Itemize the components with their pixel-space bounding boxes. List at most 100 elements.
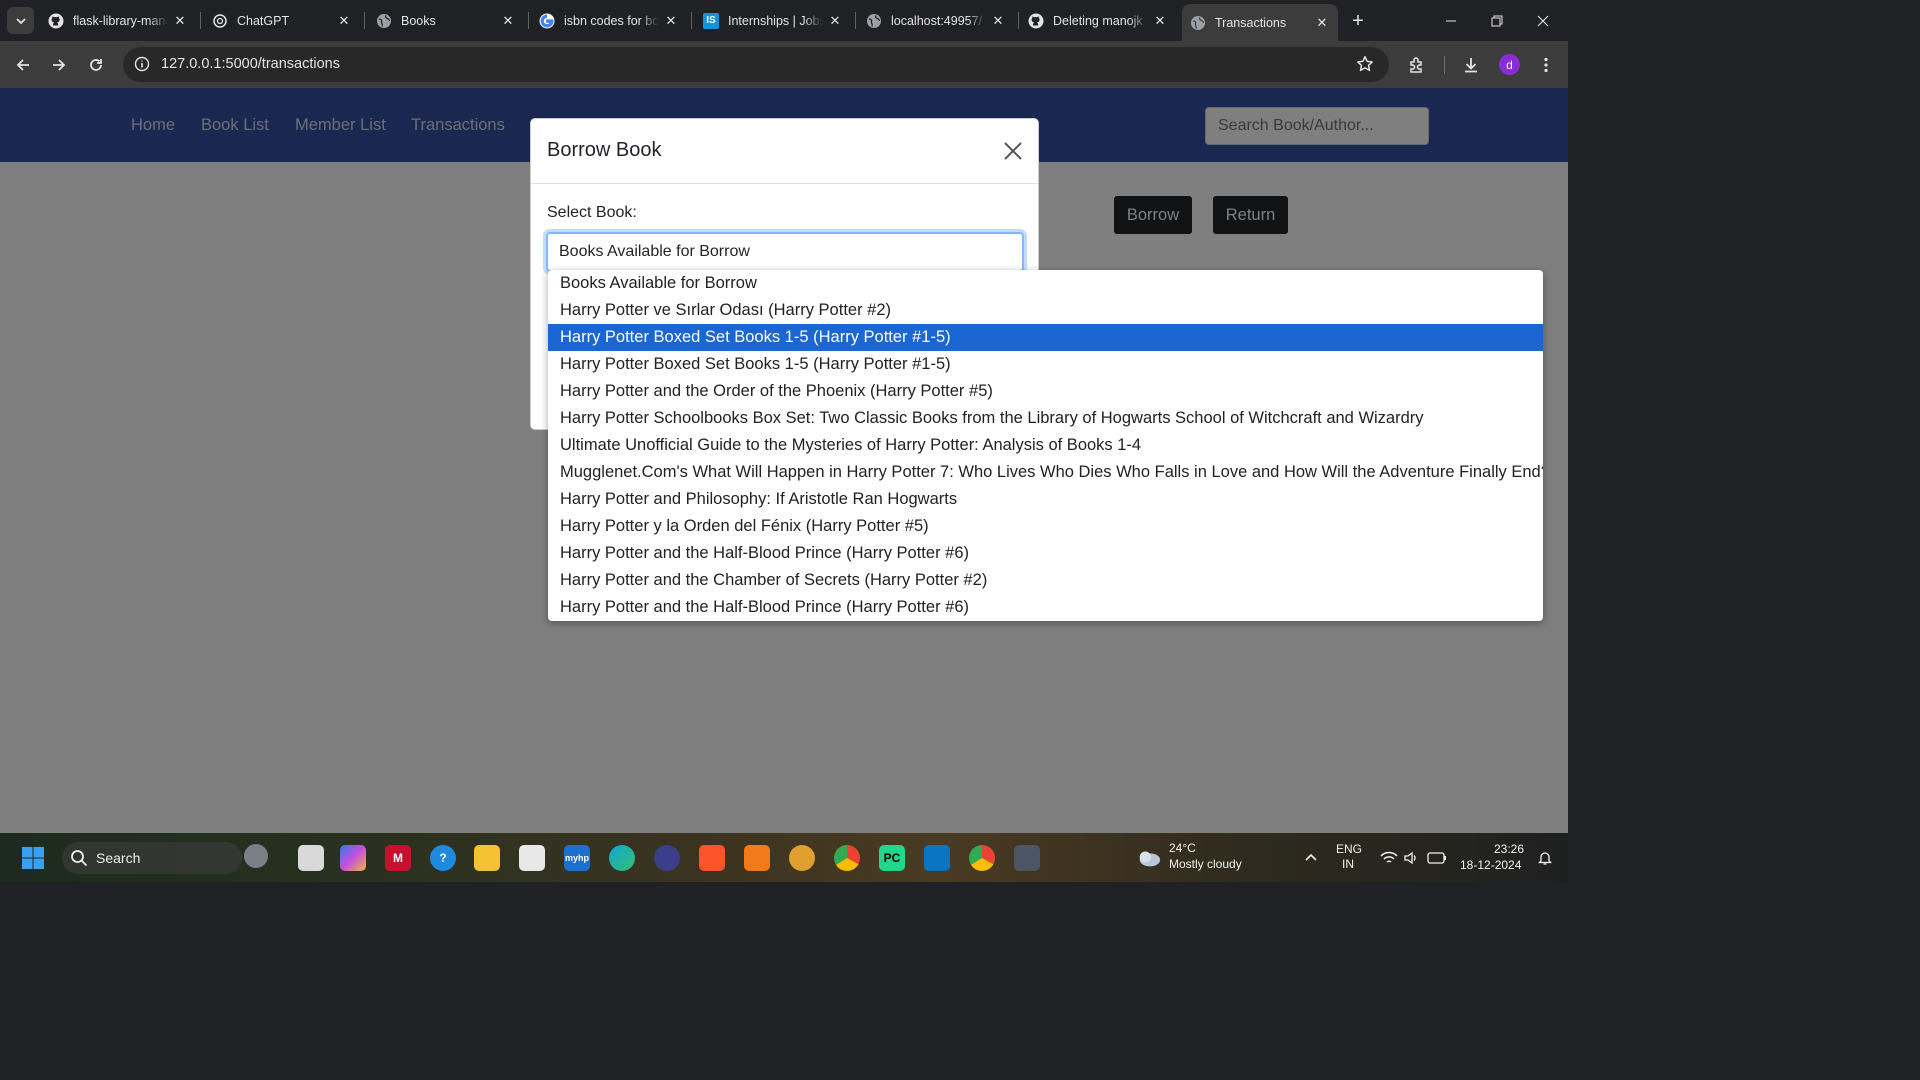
- tab-separator: [691, 12, 692, 29]
- modal-header: Borrow Book: [531, 119, 1038, 184]
- language-indicator[interactable]: ENG: [1336, 842, 1362, 857]
- close-icon: [1537, 15, 1549, 26]
- notification-bell-icon[interactable]: [1532, 845, 1558, 871]
- tab-separator: [1018, 12, 1019, 29]
- close-icon[interactable]: ✕: [172, 13, 188, 29]
- windows-taskbar: Search M ? myhp PC 24°C Mostly cloudy EN…: [0, 833, 1568, 882]
- file-explorer-icon[interactable]: [474, 845, 500, 871]
- close-icon[interactable]: [1002, 140, 1024, 162]
- globe-icon: [866, 13, 882, 29]
- help-icon[interactable]: ?: [430, 845, 456, 871]
- tab-title: flask-library-management: [73, 13, 168, 28]
- dropdown-option[interactable]: Harry Potter ve Sırlar Odası (Harry Pott…: [548, 297, 1543, 324]
- globe-icon: [376, 13, 392, 29]
- site-info-icon[interactable]: [133, 55, 151, 73]
- myhp-icon[interactable]: myhp: [564, 845, 590, 871]
- brave-icon[interactable]: [699, 845, 725, 871]
- tab-title: isbn codes for books: [564, 13, 659, 28]
- task-view-icon[interactable]: [298, 845, 324, 871]
- browser-tab[interactable]: localhost:49957/ ✕: [858, 6, 1014, 35]
- browser-tab[interactable]: IS Internships | Jobs ✕: [695, 6, 851, 35]
- reload-icon: [90, 59, 102, 71]
- globe-icon: [1190, 15, 1206, 31]
- copilot-icon[interactable]: [340, 845, 366, 871]
- address-bar[interactable]: 127.0.0.1:5000/transactions: [123, 47, 1389, 82]
- weather-cloud-icon[interactable]: [1136, 845, 1162, 871]
- minimize-button[interactable]: [1428, 0, 1474, 41]
- pycharm-icon[interactable]: PC: [879, 845, 905, 871]
- downloads-button[interactable]: [1459, 53, 1483, 77]
- browser-tab-active[interactable]: Transactions ✕: [1182, 4, 1338, 41]
- close-icon[interactable]: ✕: [827, 13, 843, 29]
- dropdown-option[interactable]: Harry Potter y la Orden del Fénix (Harry…: [548, 513, 1543, 540]
- weather-description: Mostly cloudy: [1169, 857, 1242, 871]
- dropdown-option-highlighted[interactable]: Harry Potter Boxed Set Books 1-5 (Harry …: [548, 324, 1543, 351]
- dropdown-option[interactable]: Harry Potter Schoolbooks Box Set: Two Cl…: [548, 405, 1543, 432]
- book-select[interactable]: Books Available for Borrow: [546, 232, 1024, 272]
- dropdown-option[interactable]: Harry Potter and the Order of the Phoeni…: [548, 378, 1543, 405]
- chevron-up-icon[interactable]: [1298, 845, 1324, 871]
- search-highlight-icon: [244, 844, 268, 868]
- clock-time[interactable]: 23:26: [1494, 842, 1524, 857]
- browser-tab[interactable]: flask-library-management ✕: [40, 6, 196, 35]
- browser-toolbar: 127.0.0.1:5000/transactions d: [0, 41, 1568, 88]
- dropdown-option[interactable]: Harry Potter Boxed Set Books 1-5 (Harry …: [548, 351, 1543, 378]
- weather-temp: 24°C: [1169, 841, 1196, 855]
- github-icon: [48, 13, 64, 29]
- edge-icon[interactable]: [609, 845, 635, 871]
- volume-icon[interactable]: [1398, 845, 1424, 871]
- book-select-dropdown: Books Available for Borrow Harry Potter …: [548, 270, 1543, 621]
- dropdown-option[interactable]: Books Available for Borrow: [548, 270, 1543, 297]
- app-icon[interactable]: [654, 845, 680, 871]
- taskbar-search[interactable]: Search: [62, 842, 268, 874]
- close-icon[interactable]: ✕: [1314, 15, 1330, 31]
- dropdown-option[interactable]: Harry Potter and the Chamber of Secrets …: [548, 567, 1543, 594]
- clock-date: 18-12-2024: [1460, 858, 1522, 872]
- mcafee-icon[interactable]: M: [385, 845, 411, 871]
- dropdown-option[interactable]: Harry Potter and the Half-Blood Prince (…: [548, 540, 1543, 567]
- new-tab-button[interactable]: +: [1346, 9, 1370, 33]
- microsoft-store-icon[interactable]: [519, 845, 545, 871]
- close-icon[interactable]: ✕: [336, 13, 352, 29]
- sublime-icon[interactable]: [744, 845, 770, 871]
- forward-button[interactable]: [47, 53, 71, 77]
- windows-start-icon[interactable]: [20, 845, 46, 871]
- modal-title: Borrow Book: [547, 139, 662, 161]
- tab-separator: [528, 12, 529, 29]
- medal-icon[interactable]: [789, 845, 815, 871]
- profile-avatar[interactable]: d: [1499, 54, 1520, 75]
- dropdown-option[interactable]: Ultimate Unofficial Guide to the Mysteri…: [548, 432, 1543, 459]
- dropdown-option[interactable]: Harry Potter and the Half-Blood Prince (…: [548, 594, 1543, 621]
- window-close-button[interactable]: [1520, 0, 1566, 41]
- url-text: 127.0.0.1:5000/transactions: [161, 56, 340, 72]
- vscode-icon[interactable]: [924, 845, 950, 871]
- browser-tab[interactable]: Deleting manojk ✕: [1020, 6, 1176, 35]
- minimize-icon: [1446, 20, 1456, 21]
- chrome-profile-icon[interactable]: [969, 845, 995, 871]
- extensions-button[interactable]: [1405, 53, 1429, 77]
- tab-search-button[interactable]: [7, 7, 34, 34]
- restore-button[interactable]: [1474, 0, 1520, 41]
- chrome-icon[interactable]: [834, 845, 860, 871]
- search-icon: [71, 850, 88, 867]
- bookmark-star-icon[interactable]: [1353, 52, 1377, 76]
- browser-tab[interactable]: ChatGPT ✕: [204, 6, 360, 35]
- close-icon[interactable]: ✕: [500, 13, 516, 29]
- close-icon[interactable]: ✕: [990, 13, 1006, 29]
- close-icon[interactable]: ✕: [1152, 13, 1168, 29]
- snipping-tool-icon[interactable]: [1014, 845, 1040, 871]
- reload-button[interactable]: [84, 53, 108, 77]
- internshala-icon: IS: [703, 12, 719, 29]
- tab-title: Books: [401, 13, 436, 28]
- back-button[interactable]: [11, 53, 35, 77]
- browser-tab[interactable]: Books ✕: [368, 6, 524, 35]
- taskbar-search-label: Search: [96, 850, 141, 866]
- github-icon: [1028, 13, 1044, 29]
- browser-menu-button[interactable]: [1534, 53, 1558, 77]
- dropdown-option[interactable]: Harry Potter and Philosophy: If Aristotl…: [548, 486, 1543, 513]
- battery-icon[interactable]: [1424, 845, 1450, 871]
- browser-tab-strip: flask-library-management ✕ ChatGPT ✕ Boo…: [0, 0, 1568, 41]
- close-icon[interactable]: ✕: [663, 13, 679, 29]
- browser-tab[interactable]: isbn codes for books ✕: [531, 6, 687, 35]
- dropdown-option[interactable]: Mugglenet.Com's What Will Happen in Harr…: [548, 459, 1543, 486]
